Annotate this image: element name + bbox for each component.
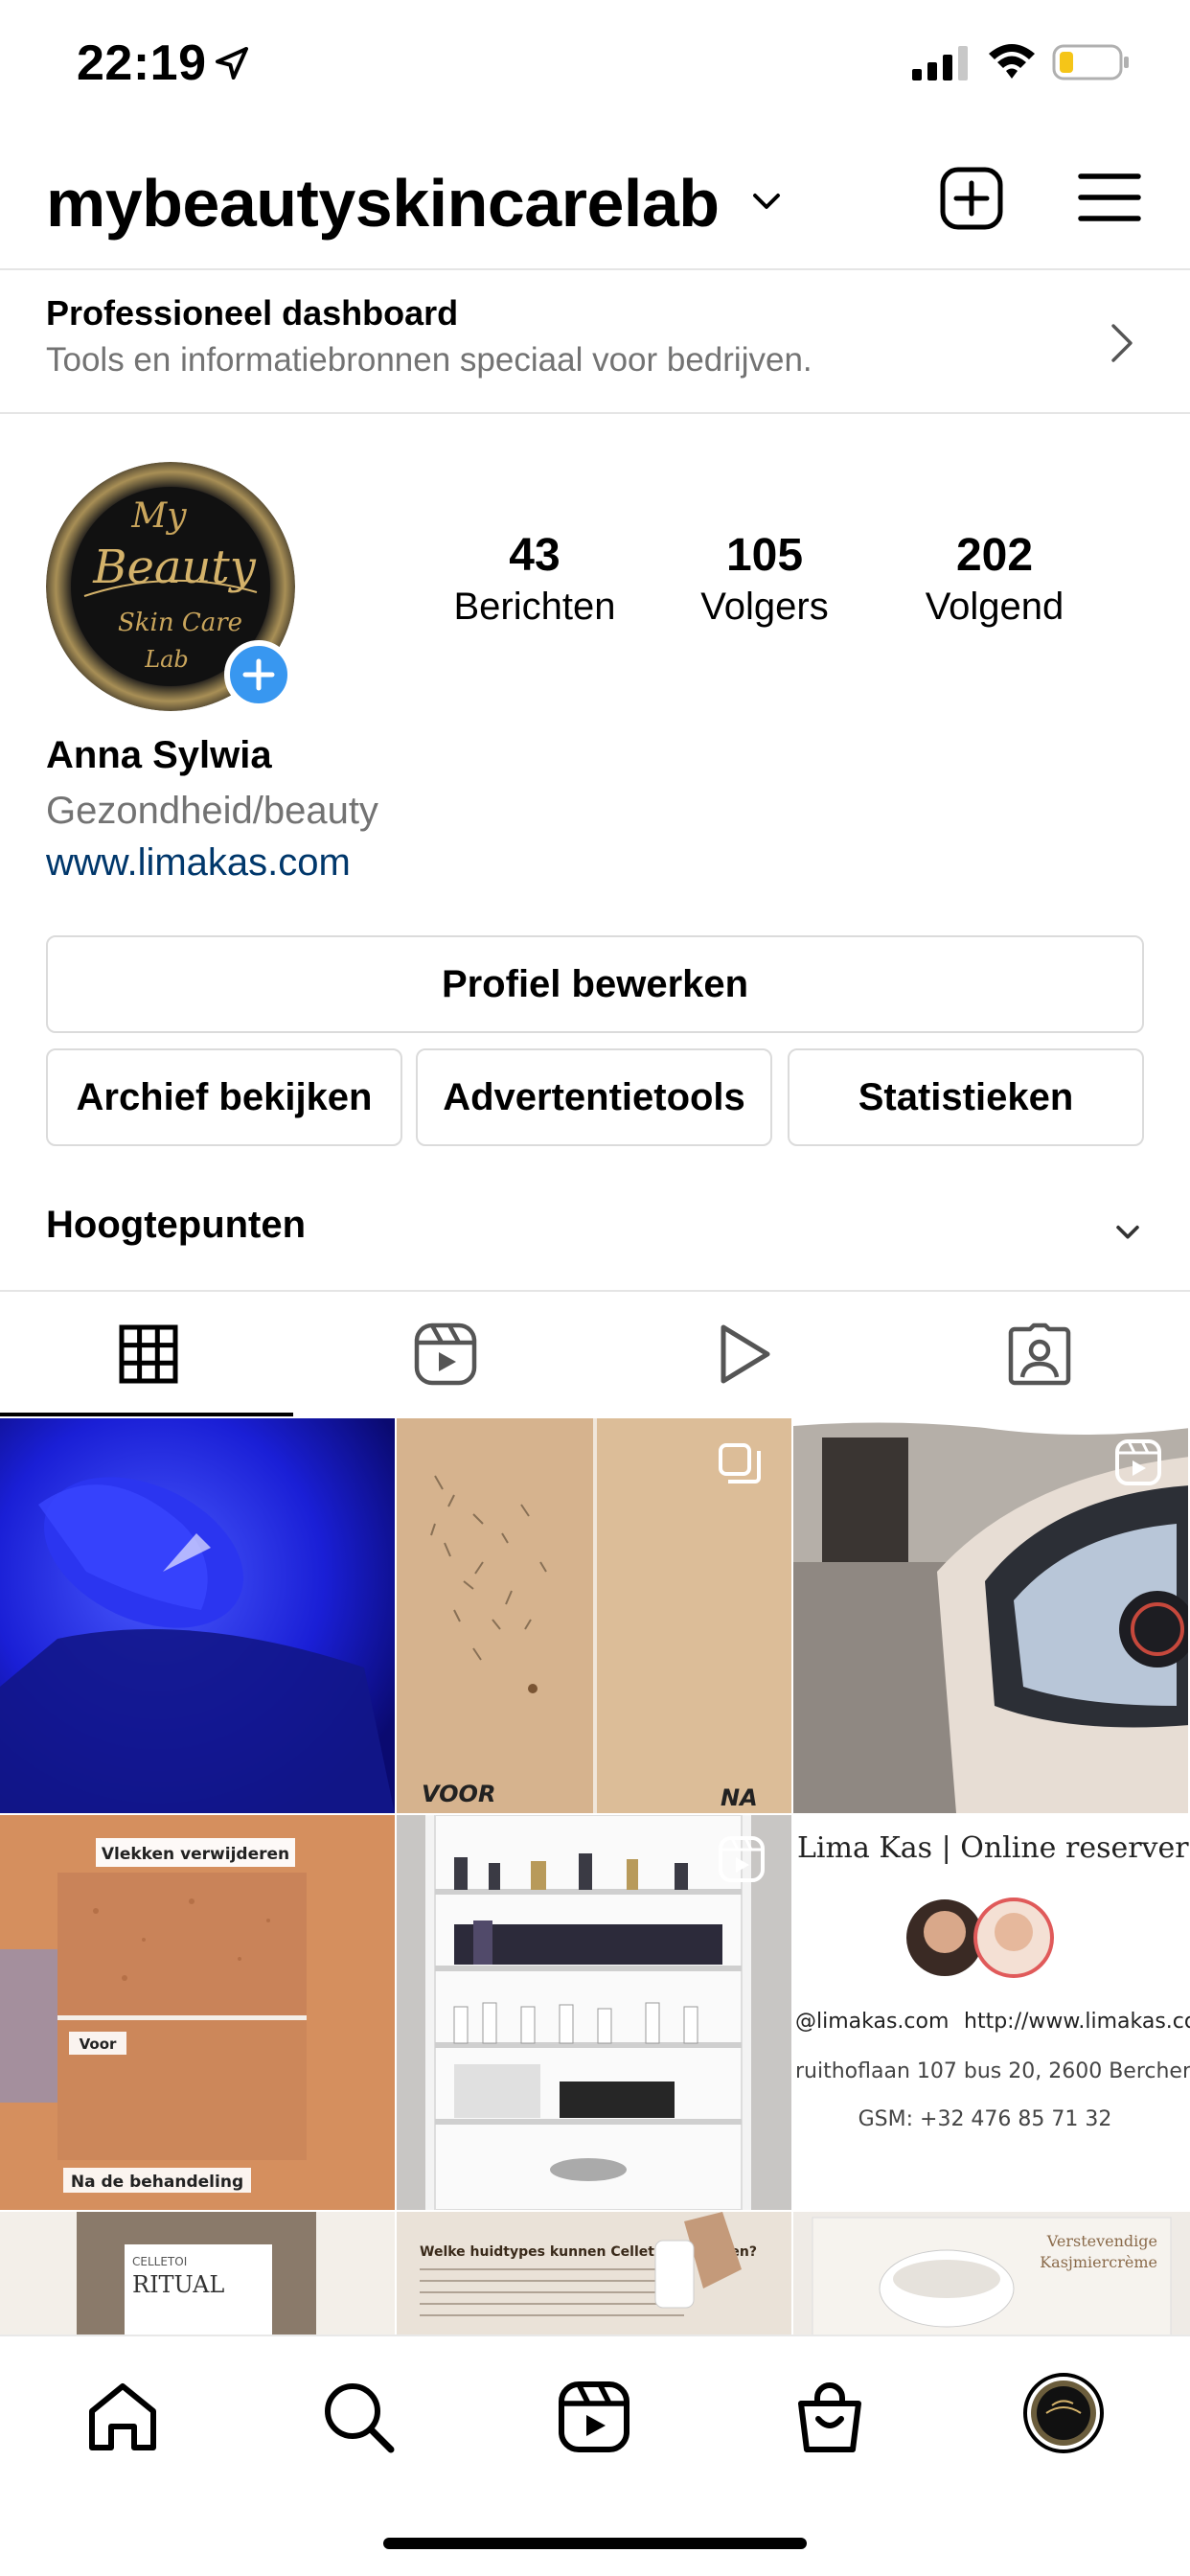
statistics-button[interactable]: Statistieken: [788, 1048, 1144, 1146]
post-booking-address: ruithoflaan 107 bus 20, 2600 Berchem: [795, 2059, 1190, 2083]
stat-followers-label: Volgers: [700, 586, 829, 628]
post-overlay-after: Na de behandeling: [71, 2173, 243, 2192]
dashboard-subtitle: Tools en informatiebronnen speciaal voor…: [46, 341, 812, 379]
profile-website-link[interactable]: www.limakas.com: [46, 841, 351, 885]
post-booking-email: @limakas.com: [795, 2010, 949, 2034]
avatar-text-lab: Lab: [144, 646, 189, 673]
stat-following[interactable]: 202 Volgend: [880, 529, 1110, 629]
reels-icon[interactable]: [556, 2379, 632, 2455]
home-icon[interactable]: [84, 2379, 161, 2455]
post-label-before: VOOR: [422, 1781, 495, 1807]
post-thumbnail[interactable]: Lima Kas | Online reserveren @limakas.co…: [793, 1815, 1190, 2210]
post-thumbnail[interactable]: Vlekken verwijderen Voor Na de behandeli…: [0, 1815, 395, 2210]
highlights-row[interactable]: Hoogtepunten: [0, 1179, 1190, 1290]
shop-icon[interactable]: [791, 2379, 868, 2455]
stat-followers[interactable]: 105 Volgers: [650, 529, 880, 629]
post-label-after: NA: [721, 1784, 758, 1811]
add-story-button[interactable]: [224, 640, 293, 709]
account-username[interactable]: mybeautyskincarelab: [46, 165, 720, 242]
post-thumbnail[interactable]: Welke huidtypes kunnen Celletoi gebruike…: [397, 2212, 791, 2338]
view-archive-button[interactable]: Archief bekijken: [46, 1048, 402, 1146]
tab-reels[interactable]: [297, 1292, 594, 1416]
profile-name: Anna Sylwia: [46, 734, 272, 776]
chevron-down-icon[interactable]: [749, 184, 784, 218]
profile-avatar[interactable]: My Beauty Skin Care Lab: [46, 462, 295, 711]
video-play-icon: [721, 1324, 770, 1384]
stat-following-label: Volgend: [925, 586, 1064, 628]
post-booking-phone: GSM: +32 476 85 71 32: [858, 2107, 1112, 2131]
avatar-text-my: My: [130, 496, 187, 536]
plus-icon: [242, 658, 275, 691]
location-arrow-icon: [216, 47, 248, 80]
search-icon[interactable]: [320, 2379, 397, 2455]
post-brand: CELLETOI: [132, 2255, 187, 2268]
chevron-right-icon: [1111, 324, 1133, 362]
ad-tools-button[interactable]: Advertentietools: [416, 1048, 772, 1146]
dashboard-title: Professioneel dashboard: [46, 293, 459, 333]
wifi-icon: [989, 44, 1035, 79]
active-tab-indicator: [0, 1413, 293, 1416]
highlights-label: Hoogtepunten: [46, 1204, 307, 1246]
cellular-signal-icon: [912, 46, 968, 80]
post-overlay-before: Voor: [80, 2036, 117, 2053]
edit-profile-button[interactable]: Profiel bewerken: [46, 935, 1144, 1033]
post-thumbnail[interactable]: CELLETOI RITUAL: [0, 2212, 395, 2338]
home-indicator[interactable]: [383, 2538, 807, 2549]
chevron-down-icon[interactable]: [1111, 1215, 1144, 1248]
post-thumbnail[interactable]: VOOR NA: [397, 1418, 791, 1813]
status-bar: 22:19: [0, 0, 1190, 125]
stat-posts[interactable]: 43 Berichten: [420, 529, 650, 629]
professional-dashboard-row[interactable]: Professioneel dashboard Tools en informa…: [0, 268, 1190, 414]
post-thumbnail[interactable]: [0, 1418, 395, 1813]
stat-posts-value: 43: [509, 530, 561, 581]
reels-icon: [414, 1322, 477, 1386]
profile-tabs: [0, 1290, 1190, 1416]
post-booking-url: http://www.limakas.co: [964, 2010, 1190, 2034]
grid-icon: [119, 1324, 178, 1384]
profile-avatar[interactable]: [1023, 2373, 1104, 2453]
post-cream-line2: Kasjmiercrème: [1040, 2253, 1157, 2271]
avatar-text-skincare: Skin Care: [118, 609, 242, 637]
posts-grid: VOOR NA Vlekken verwijderen Voor Na de b…: [0, 1418, 1190, 2338]
post-thumbnail[interactable]: [397, 1815, 791, 2210]
tab-videos[interactable]: [594, 1292, 891, 1416]
post-thumbnail[interactable]: Verstevendige Kasjmiercrème: [793, 2212, 1190, 2338]
tab-posts-grid[interactable]: [0, 1292, 297, 1416]
stat-following-value: 202: [955, 530, 1034, 581]
tab-tagged[interactable]: [891, 1292, 1188, 1416]
stat-followers-value: 105: [725, 530, 804, 581]
post-ritual-title: RITUAL: [132, 2271, 224, 2298]
create-post-icon[interactable]: [939, 166, 1004, 231]
status-time: 22:19: [77, 35, 207, 91]
tagged-icon: [1008, 1322, 1071, 1386]
stat-posts-label: Berichten: [453, 586, 616, 628]
battery-icon: [1052, 44, 1129, 80]
post-booking-title: Lima Kas | Online reserveren: [797, 1831, 1190, 1865]
profile-category: Gezondheid/beauty: [46, 790, 378, 832]
post-thumbnail[interactable]: [793, 1418, 1188, 1813]
profile-header: mybeautyskincarelab: [0, 125, 1190, 268]
post-cream-line1: Verstevendige: [1046, 2232, 1157, 2250]
menu-icon[interactable]: [1077, 171, 1142, 224]
post-overlay-title: Vlekken verwijderen: [102, 1845, 289, 1864]
